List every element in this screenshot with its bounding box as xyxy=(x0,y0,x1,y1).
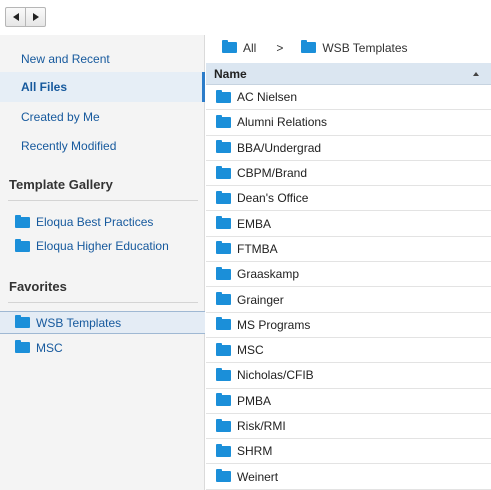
table-row[interactable]: Weinert xyxy=(206,464,491,490)
breadcrumb-root-label: All xyxy=(243,40,257,55)
sort-ascending-icon xyxy=(473,72,479,76)
nav-recently-modified[interactable]: Recently Modified xyxy=(0,131,205,161)
favorite-item-msc[interactable]: MSC xyxy=(0,336,205,359)
folder-name: MSC xyxy=(237,343,264,358)
favorite-item-wsb-templates[interactable]: WSB Templates xyxy=(0,311,205,334)
folder-icon xyxy=(301,40,317,53)
nav-created-by-me[interactable]: Created by Me xyxy=(0,102,205,132)
folder-icon xyxy=(15,238,30,252)
folder-name: Risk/RMI xyxy=(237,419,286,433)
table-row[interactable]: Alumni Relations xyxy=(206,110,491,136)
breadcrumb-current-label: WSB Templates xyxy=(322,40,408,55)
folder-icon xyxy=(216,190,231,204)
folder-name: FTMBA xyxy=(237,241,278,256)
table-row[interactable]: Dean's Office xyxy=(206,186,491,212)
breadcrumb-current[interactable]: WSB Templates xyxy=(301,40,408,55)
folder-icon xyxy=(216,114,231,128)
folder-name: Graaskamp xyxy=(237,267,300,282)
table-row[interactable]: EMBA xyxy=(206,211,491,237)
folder-name: PMBA xyxy=(237,393,272,408)
folder-icon xyxy=(216,216,231,230)
gallery-item-eloqua-higher-education[interactable]: Eloqua Higher Education xyxy=(15,237,169,255)
gallery-item-label: Eloqua Best Practices xyxy=(36,215,154,229)
table-row[interactable]: CBPM/Brand xyxy=(206,161,491,187)
table-row[interactable]: SHRM xyxy=(206,439,491,465)
toolbar xyxy=(0,0,491,35)
folder-name: BBA/Undergrad xyxy=(237,140,322,155)
divider xyxy=(8,200,198,201)
folder-icon xyxy=(222,40,237,53)
table-row[interactable]: PMBA xyxy=(206,389,491,414)
folder-list: AC Nielsen Alumni Relations BBA/Undergra… xyxy=(206,85,491,490)
folder-icon xyxy=(216,469,231,483)
gallery-item-eloqua-best-practices[interactable]: Eloqua Best Practices xyxy=(15,213,153,231)
folder-icon xyxy=(216,89,231,103)
folder-icon xyxy=(216,443,231,457)
file-browser: All > WSB Templates Name AC Nielsen Alum… xyxy=(206,35,491,490)
table-row[interactable]: Grainger xyxy=(206,287,491,313)
table-row[interactable]: Nicholas/CFIB xyxy=(206,363,491,389)
table-row[interactable]: AC Nielsen xyxy=(206,85,491,111)
folder-icon xyxy=(216,241,231,255)
folder-name: CBPM/Brand xyxy=(237,166,308,181)
folder-icon xyxy=(216,165,231,179)
table-row[interactable]: Graaskamp xyxy=(206,262,491,288)
back-button[interactable] xyxy=(5,7,26,27)
folder-icon xyxy=(216,292,231,306)
folder-name: MS Programs xyxy=(237,317,311,332)
folder-icon xyxy=(15,340,30,353)
name-column-header[interactable]: Name xyxy=(206,63,491,85)
triangle-left-icon xyxy=(12,13,19,21)
nav-all-files[interactable]: All Files xyxy=(0,72,205,102)
folder-name: Dean's Office xyxy=(237,191,309,206)
favorite-item-label: WSB Templates xyxy=(36,315,122,330)
folder-name: Nicholas/CFIB xyxy=(237,368,314,383)
folder-name: Grainger xyxy=(237,292,284,307)
table-row[interactable]: Risk/RMI xyxy=(206,414,491,440)
folder-name: AC Nielsen xyxy=(237,90,298,105)
column-header-label: Name xyxy=(214,66,247,81)
folder-icon xyxy=(216,393,231,407)
table-row[interactable]: BBA/Undergrad xyxy=(206,136,491,161)
sidebar: New and Recent All Files Created by Me R… xyxy=(0,35,205,490)
folder-name: EMBA xyxy=(237,216,272,231)
folder-icon xyxy=(15,214,30,228)
folder-name: Weinert xyxy=(237,469,279,484)
folder-name: Alumni Relations xyxy=(237,115,328,130)
favorite-item-label: MSC xyxy=(36,340,63,355)
favorites-title: Favorites xyxy=(9,279,67,294)
folder-icon xyxy=(216,317,231,331)
folder-icon xyxy=(15,315,30,328)
breadcrumb: All > WSB Templates xyxy=(206,35,491,60)
template-gallery-title: Template Gallery xyxy=(9,177,113,192)
folder-name: SHRM xyxy=(237,444,273,459)
table-row[interactable]: MSC xyxy=(206,338,491,364)
folder-icon xyxy=(216,418,231,432)
folder-icon xyxy=(216,266,231,280)
forward-button[interactable] xyxy=(25,7,46,27)
breadcrumb-separator: > xyxy=(276,40,284,55)
table-row[interactable]: FTMBA xyxy=(206,237,491,263)
folder-icon xyxy=(216,140,231,154)
nav-new-and-recent[interactable]: New and Recent xyxy=(0,44,205,74)
breadcrumb-root[interactable]: All xyxy=(222,40,257,55)
table-row[interactable]: MS Programs xyxy=(206,313,491,338)
triangle-right-icon xyxy=(32,13,39,21)
folder-icon xyxy=(216,342,231,356)
divider xyxy=(8,302,198,303)
folder-icon xyxy=(216,367,231,381)
gallery-item-label: Eloqua Higher Education xyxy=(36,239,169,253)
